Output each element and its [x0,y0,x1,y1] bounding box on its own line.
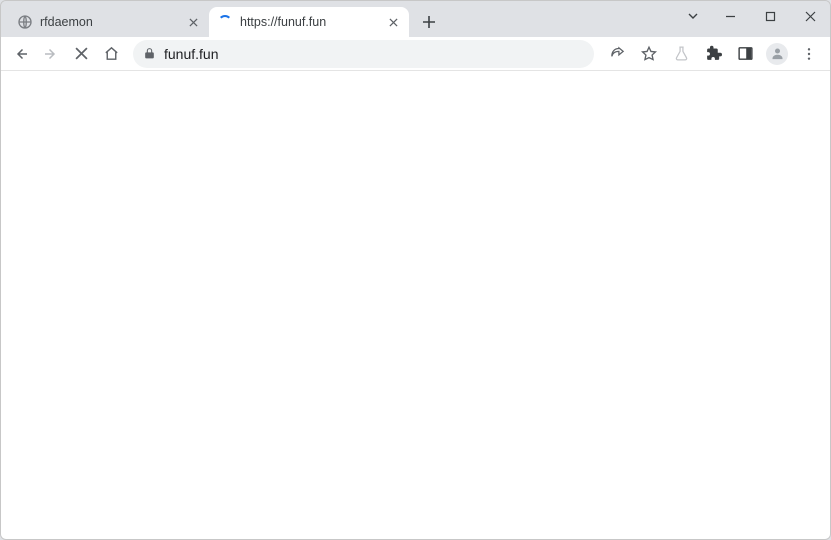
minimize-icon [725,11,736,22]
window-maximize-button[interactable] [750,2,790,30]
toolbar-right-icons [602,40,824,68]
home-button[interactable] [97,40,125,68]
menu-button[interactable] [794,40,824,68]
address-bar[interactable] [133,40,594,68]
home-icon [103,45,120,62]
globe-icon [17,14,33,30]
tab-title: rfdaemon [40,15,178,29]
share-button[interactable] [602,40,632,68]
close-icon [75,47,88,60]
labs-button[interactable] [666,40,696,68]
loading-spinner-icon [217,14,233,30]
browser-window: rfdaemon https://funuf.fun [0,0,831,540]
window-close-button[interactable] [790,2,830,30]
kebab-icon [801,46,817,62]
bookmark-button[interactable] [634,40,664,68]
arrow-right-icon [42,45,60,63]
tab-close-button[interactable] [385,14,401,30]
share-icon [609,45,626,62]
arrow-left-icon [12,45,30,63]
close-icon [389,18,398,27]
tab-close-button[interactable] [185,14,201,30]
forward-button[interactable] [37,40,65,68]
tab-funuf[interactable]: https://funuf.fun [209,7,409,37]
profile-button[interactable] [762,40,792,68]
stop-button[interactable] [67,40,95,68]
back-button[interactable] [7,40,35,68]
tab-strip: rfdaemon https://funuf.fun [1,1,830,37]
close-icon [189,18,198,27]
new-tab-button[interactable] [415,8,443,36]
panel-icon [737,45,754,62]
url-input[interactable] [164,46,584,62]
puzzle-icon [705,45,722,62]
tab-rfdaemon[interactable]: rfdaemon [9,7,209,37]
star-icon [640,45,658,63]
flask-icon [673,45,690,62]
window-minimize-button[interactable] [710,2,750,30]
toolbar [1,37,830,71]
extensions-button[interactable] [698,40,728,68]
window-controls [676,1,830,31]
chevron-down-icon [686,9,700,23]
tab-search-button[interactable] [676,2,710,30]
plus-icon [422,15,436,29]
page-content [1,71,830,539]
tab-title: https://funuf.fun [240,15,378,29]
lock-icon[interactable] [143,47,156,60]
close-icon [805,11,816,22]
side-panel-button[interactable] [730,40,760,68]
person-icon [766,43,788,65]
maximize-icon [765,11,776,22]
